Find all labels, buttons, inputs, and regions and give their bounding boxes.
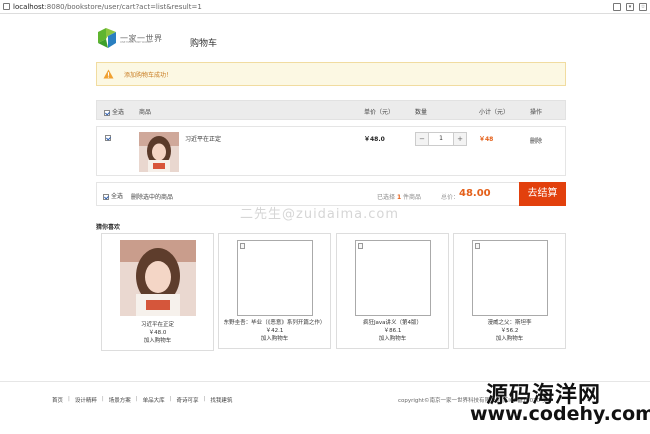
recommend-price: ￥56.2 (500, 328, 519, 334)
select-all-checkbox[interactable] (104, 109, 110, 116)
logo-subtitle: ONE FAMILY ONE WORLD (120, 41, 152, 44)
reader-view-icon[interactable] (613, 2, 621, 11)
footer-select-all-checkbox[interactable] (103, 193, 109, 200)
selected-count-text: 已选择 1 件商品 (377, 194, 422, 201)
checkout-button[interactable]: 去结算 (519, 182, 566, 206)
column-quantity: 数量 (415, 109, 428, 116)
recommend-product-image[interactable] (119, 240, 196, 316)
select-all-label: 全选 (112, 109, 125, 116)
overlay-brand-url: www.codehy.com (470, 403, 650, 425)
recommend-card[interactable]: 漫威之父：斯坦李 ￥56.2 加入购物车 (453, 233, 566, 349)
column-unit-price: 单价（元） (364, 109, 395, 116)
add-to-cart-link[interactable]: 加入购物车 (337, 335, 448, 348)
alert-text: 添加购物车成功！ (124, 71, 173, 79)
logo-cube-icon (98, 28, 116, 48)
recommend-name[interactable]: 东野圭吾：毕业（《恶意》系列开篇之作） (219, 319, 330, 327)
page-title: 购物车 (190, 39, 218, 49)
decrease-quantity-button[interactable]: − (416, 133, 429, 145)
broken-image-icon (474, 243, 480, 249)
cart-item-row: 习近平在正定 ￥48.0 − 1 + ￥48 删除 (96, 126, 566, 176)
footer-links: 首页 | 设计精粹 | 场景方案 | 单品大库 | 奇诗可享 | 找我建筑 (52, 396, 233, 404)
item-subtotal: ￥48 (479, 136, 494, 143)
quantity-input[interactable]: 1 (429, 133, 453, 145)
footer-link[interactable]: 首页 (52, 396, 63, 404)
select-all-header[interactable]: 全选 (104, 107, 124, 116)
column-action: 操作 (530, 109, 543, 116)
add-to-cart-link[interactable]: 加入购物车 (454, 335, 565, 348)
success-alert: 添加购物车成功！ (96, 62, 566, 86)
url-text[interactable]: localhost:8080/bookstore/user/cart?act=l… (13, 3, 613, 11)
footer-link[interactable]: 单品大库 (143, 396, 165, 404)
add-to-cart-link[interactable]: 加入购物车 (102, 337, 213, 350)
recommend-price: ￥42.1 (265, 328, 284, 334)
warning-icon (103, 69, 114, 79)
quantity-stepper: − 1 + (415, 132, 467, 146)
increase-quantity-button[interactable]: + (453, 133, 466, 145)
recommend-card[interactable]: 习近平在正定 ￥48.0 加入购物车 (101, 233, 214, 351)
recommend-price: ￥48.0 (148, 330, 167, 336)
site-logo[interactable]: 一家一世界 ONE FAMILY ONE WORLD (96, 27, 163, 49)
recommend-card[interactable]: 疯狂Java讲义（第4版） ￥86.1 加入购物车 (336, 233, 449, 349)
footer-link[interactable]: 找我建筑 (210, 396, 232, 404)
recommend-title: 猜你喜欢 (96, 224, 121, 231)
broken-image-icon (239, 243, 245, 249)
watermark-text: 二先生@zuidaima.com (240, 207, 400, 222)
bookmark-icon[interactable]: ☆ (639, 2, 647, 11)
item-unit-price: ￥48.0 (364, 136, 385, 143)
recommend-card[interactable]: 东野圭吾：毕业（《恶意》系列开篇之作） ￥42.1 加入购物车 (218, 233, 331, 349)
add-to-cart-link[interactable]: 加入购物车 (219, 335, 330, 348)
recommend-product-image[interactable] (354, 240, 431, 316)
column-subtotal: 小计（元） (479, 109, 510, 116)
delete-item-link[interactable]: 删除 (530, 136, 542, 145)
delete-selected-link[interactable]: 删除选中的商品 (131, 192, 173, 201)
pocket-icon[interactable]: ▾ (626, 2, 634, 11)
recommend-name[interactable]: 疯狂Java讲义（第4版） (337, 319, 448, 327)
page-info-icon[interactable] (3, 3, 10, 10)
item-name[interactable]: 习近平在正定 (185, 134, 221, 143)
footer-link[interactable]: 奇诗可享 (177, 396, 199, 404)
column-product: 商品 (139, 109, 152, 116)
recommend-price: ￥86.1 (383, 328, 402, 334)
item-thumbnail[interactable] (139, 132, 179, 172)
item-checkbox[interactable] (105, 135, 111, 141)
total-price: 48.00 (459, 188, 491, 199)
recommend-product-image[interactable] (471, 240, 548, 316)
recommend-product-image[interactable] (236, 240, 313, 316)
footer-link[interactable]: 设计精粹 (75, 396, 97, 404)
broken-image-icon (357, 243, 363, 249)
cart-header-row: 全选 商品 单价（元） 数量 小计（元） 操作 (96, 100, 566, 120)
footer-link[interactable]: 场景方案 (109, 396, 131, 404)
recommend-name[interactable]: 漫威之父：斯坦李 (454, 319, 565, 327)
footer-select-all[interactable]: 全选 (103, 191, 123, 200)
footer-select-all-label: 全选 (111, 193, 124, 200)
selected-count: 1 (396, 194, 402, 201)
total-label: 总价： (441, 194, 460, 201)
browser-address-bar[interactable]: localhost:8080/bookstore/user/cart?act=l… (0, 0, 650, 14)
recommend-name[interactable]: 习近平在正定 (102, 321, 213, 329)
